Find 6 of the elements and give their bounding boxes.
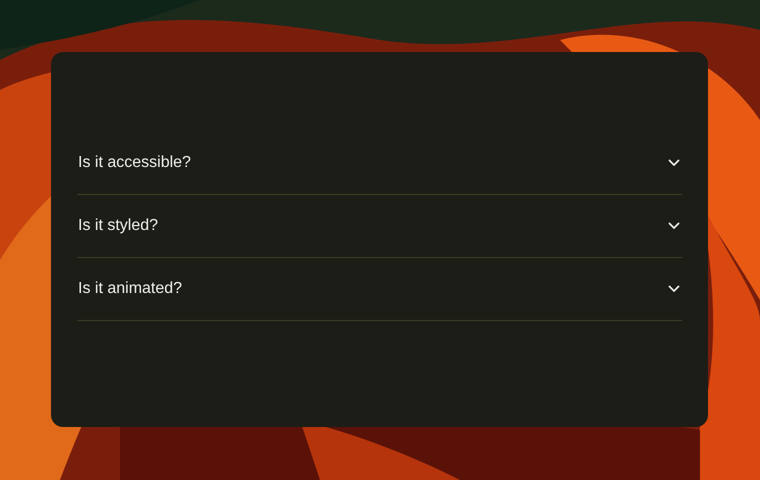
chevron-down-icon	[668, 159, 680, 167]
accordion-trigger[interactable]: Is it animated?	[77, 258, 682, 320]
chevron-down-icon	[668, 222, 680, 230]
chevron-down-icon	[668, 285, 680, 293]
accordion-trigger[interactable]: Is it accessible?	[77, 132, 682, 194]
accordion-trigger[interactable]: Is it styled?	[77, 195, 682, 257]
